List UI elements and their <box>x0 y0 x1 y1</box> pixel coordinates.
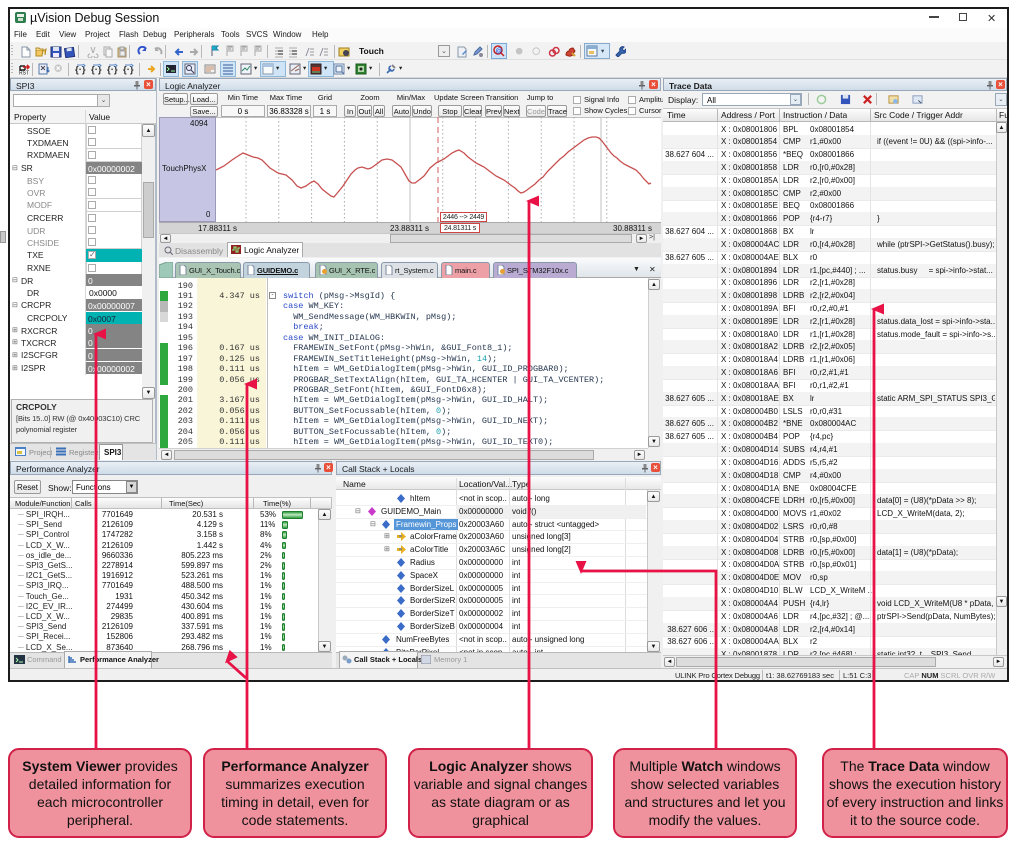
svg-text:RST: RST <box>19 71 29 76</box>
